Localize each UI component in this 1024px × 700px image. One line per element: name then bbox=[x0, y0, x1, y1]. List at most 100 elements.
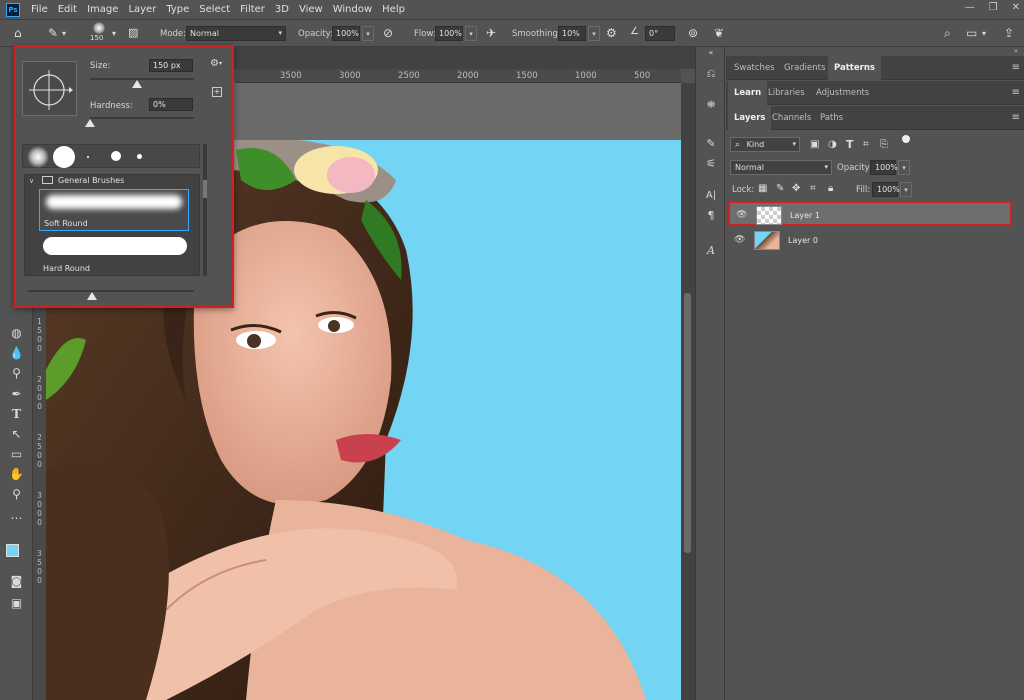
hardness-slider-handle[interactable] bbox=[85, 119, 95, 127]
menu-3d[interactable]: 3D bbox=[270, 4, 294, 15]
menu-layer[interactable]: Layer bbox=[123, 4, 161, 15]
menu-view[interactable]: View bbox=[294, 4, 328, 15]
layer-row-layer-1[interactable]: 👁︎ Layer 1 bbox=[728, 201, 1012, 226]
fill-input[interactable]: 100% bbox=[872, 182, 900, 197]
brush-list-scrollbar[interactable] bbox=[203, 144, 207, 276]
brush-angle-preview[interactable] bbox=[22, 61, 77, 116]
zoom-tool[interactable]: ⚲ bbox=[0, 484, 33, 504]
blend-mode-select[interactable]: Normal ▾ bbox=[730, 160, 832, 175]
recent-small-brush-icon[interactable] bbox=[111, 151, 121, 161]
layer-opacity-caret[interactable]: ▾ bbox=[898, 160, 910, 175]
minimize-button[interactable]: — bbox=[965, 2, 975, 13]
filter-shape-icon[interactable]: ⌗ bbox=[863, 139, 869, 150]
lock-pixels-icon[interactable]: ✎ bbox=[776, 183, 784, 194]
mode-select[interactable]: Normal ▾ bbox=[186, 26, 286, 41]
hardness-slider-track[interactable] bbox=[90, 117, 194, 119]
hardness-input[interactable]: 0% bbox=[149, 98, 193, 111]
brush-settings-icon[interactable]: ▨ bbox=[128, 26, 138, 39]
tab-patterns[interactable]: Patterns bbox=[828, 56, 881, 80]
photoshop-logo[interactable]: Ps bbox=[6, 2, 20, 17]
eye-icon[interactable]: 👁︎ bbox=[736, 210, 747, 220]
layer-opacity-input[interactable]: 100% bbox=[870, 160, 898, 175]
pressure-size-icon[interactable]: ⊚ bbox=[688, 26, 698, 40]
menu-window[interactable]: Window bbox=[328, 4, 377, 15]
eye-icon[interactable]: 👁︎ bbox=[734, 235, 745, 245]
adjust-icon[interactable]: ⚟ bbox=[696, 153, 726, 173]
tab-swatches[interactable]: Swatches bbox=[728, 56, 781, 80]
size-input[interactable]: 150 px bbox=[149, 59, 193, 72]
menu-image[interactable]: Image bbox=[82, 4, 123, 15]
screen-mode-icon[interactable]: ▣ bbox=[0, 593, 33, 613]
path-selection-tool[interactable]: ↖ bbox=[0, 424, 33, 444]
character-icon[interactable]: A| bbox=[696, 185, 726, 205]
airbrush-icon[interactable]: ✈ bbox=[486, 26, 496, 40]
workspace-caret[interactable]: ▾ bbox=[982, 29, 986, 38]
history-icon[interactable]: ⎌ bbox=[696, 64, 726, 84]
size-slider-handle[interactable] bbox=[131, 80, 142, 88]
paint-bucket-tool[interactable]: ◍ bbox=[0, 323, 33, 343]
brush-item-soft-round[interactable]: Soft Round bbox=[39, 189, 189, 231]
tab-libraries[interactable]: Libraries bbox=[762, 81, 811, 105]
expand-panels-icon[interactable]: « bbox=[696, 47, 726, 57]
opacity-caret[interactable]: ▾ bbox=[362, 26, 374, 41]
workspace-icon[interactable]: ▭ bbox=[966, 26, 977, 40]
recent-hard-brush-icon[interactable] bbox=[53, 146, 75, 168]
gear-icon[interactable]: ⚙ bbox=[210, 58, 219, 69]
home-icon[interactable]: ⌂ bbox=[14, 26, 22, 40]
size-slider-track[interactable] bbox=[90, 78, 194, 80]
dodge-tool[interactable]: ⚲ bbox=[0, 363, 33, 383]
filter-type-icon[interactable]: T bbox=[846, 138, 854, 151]
recent-soft-brush-icon[interactable] bbox=[27, 146, 49, 168]
close-button[interactable]: ✕ bbox=[1012, 2, 1020, 13]
brush-preset-caret[interactable]: ▾ bbox=[112, 29, 116, 38]
glyphs-icon[interactable]: A bbox=[696, 240, 726, 260]
panel-menu-icon[interactable]: ≡ bbox=[1012, 62, 1020, 73]
tool-preset-caret[interactable]: ▾ bbox=[62, 29, 66, 38]
search-icon[interactable]: ⌕ bbox=[944, 26, 951, 41]
filter-pixel-icon[interactable]: ▣ bbox=[810, 139, 819, 150]
more-tools-icon[interactable]: … bbox=[0, 505, 33, 525]
fill-caret[interactable]: ▾ bbox=[900, 182, 912, 197]
quick-mask-icon[interactable]: ◙ bbox=[0, 571, 33, 591]
menu-type[interactable]: Type bbox=[161, 4, 194, 15]
flow-caret[interactable]: ▾ bbox=[465, 26, 477, 41]
layer-row-layer-0[interactable]: 👁︎ Layer 0 bbox=[728, 228, 1012, 253]
layer-filter-select[interactable]: ⌕ Kind ▾ bbox=[730, 137, 800, 152]
brush-preset-picker[interactable]: 150 bbox=[88, 22, 110, 42]
blur-tool[interactable]: 💧 bbox=[0, 343, 33, 363]
preview-size-slider-handle[interactable] bbox=[87, 292, 97, 300]
lock-transparent-icon[interactable]: ▦ bbox=[758, 183, 767, 194]
menu-select[interactable]: Select bbox=[194, 4, 235, 15]
smoothing-caret[interactable]: ▾ bbox=[588, 26, 600, 41]
lock-all-icon[interactable]: 🔒︎ bbox=[828, 183, 833, 194]
scrollbar-thumb[interactable] bbox=[203, 180, 207, 198]
tab-gradients[interactable]: Gradients bbox=[778, 56, 831, 80]
properties-icon[interactable]: ⛯ bbox=[696, 95, 726, 115]
tab-paths[interactable]: Paths bbox=[814, 106, 849, 130]
opacity-input[interactable]: 100% bbox=[332, 26, 360, 41]
filter-adjustment-icon[interactable]: ◑ bbox=[828, 139, 837, 150]
filter-toggle-icon[interactable] bbox=[902, 135, 910, 143]
menu-file[interactable]: File bbox=[26, 4, 53, 15]
type-tool[interactable]: T bbox=[0, 404, 33, 424]
brush-item-hard-round[interactable]: Hard Round bbox=[39, 233, 189, 275]
hand-tool[interactable]: ✋ bbox=[0, 464, 33, 484]
restore-button[interactable]: ❐ bbox=[989, 2, 998, 13]
tab-channels[interactable]: Channels bbox=[766, 106, 817, 130]
collapse-dock-icon[interactable]: » bbox=[726, 47, 1024, 55]
chevron-down-icon[interactable]: ▾ bbox=[219, 60, 222, 67]
foreground-color-swatch[interactable] bbox=[6, 544, 19, 557]
menu-edit[interactable]: Edit bbox=[53, 4, 82, 15]
share-icon[interactable]: ⇪ bbox=[1004, 26, 1014, 40]
vertical-scrollbar[interactable] bbox=[681, 83, 695, 700]
brush-settings-icon[interactable]: ✎ bbox=[696, 133, 726, 153]
filter-smart-object-icon[interactable]: ⎘ bbox=[880, 139, 888, 150]
recent-tiny-brush-icon[interactable] bbox=[87, 156, 89, 158]
chevron-down-icon[interactable]: ∨ bbox=[29, 177, 34, 185]
panel-menu-icon[interactable]: ≡ bbox=[1012, 87, 1020, 98]
menu-help[interactable]: Help bbox=[377, 4, 410, 15]
brush-tool-icon[interactable]: ✎ bbox=[48, 26, 58, 40]
menu-filter[interactable]: Filter bbox=[235, 4, 270, 15]
tab-layers[interactable]: Layers bbox=[728, 106, 772, 130]
symmetry-icon[interactable]: ❦ bbox=[714, 26, 724, 40]
